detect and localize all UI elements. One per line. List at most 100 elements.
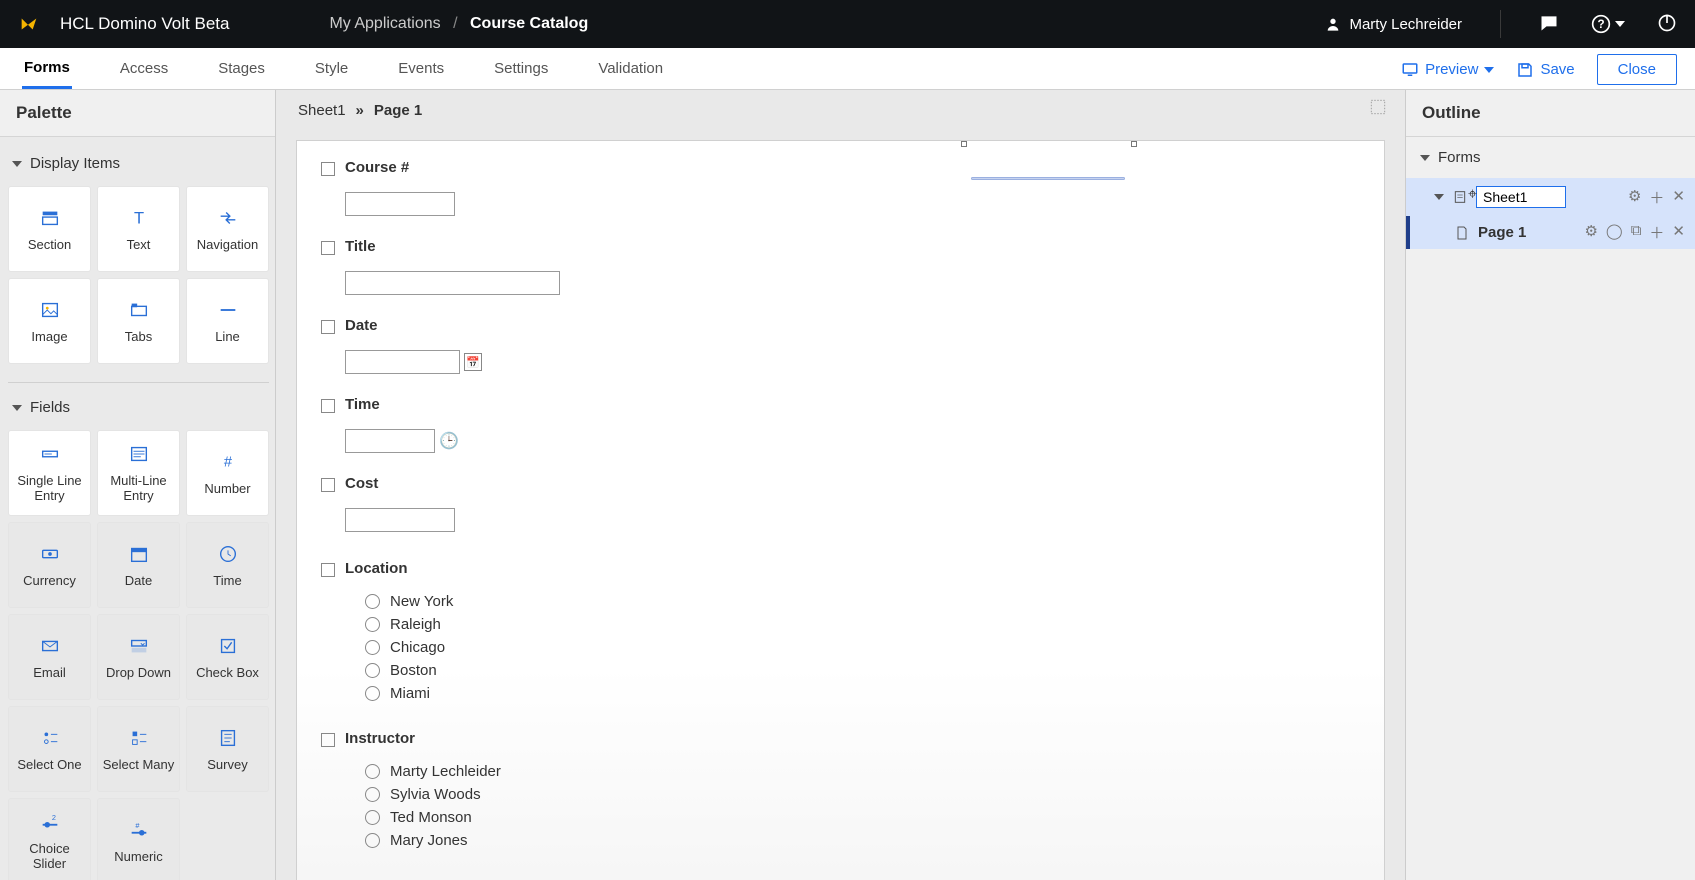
palette-item-navigation[interactable]: Navigation	[186, 186, 269, 272]
palette-item-section[interactable]: Section	[8, 186, 91, 272]
radio-option[interactable]: Miami	[365, 685, 1360, 702]
form-icon	[1452, 189, 1468, 205]
palette-item-single-line[interactable]: Single Line Entry	[8, 430, 91, 516]
grid-toggle-icon[interactable]	[1369, 98, 1387, 120]
breadcrumb: My Applications / Course Catalog	[329, 15, 588, 33]
tab-forms[interactable]: Forms	[22, 49, 72, 89]
palette-item-choice-slider[interactable]: 2Choice Slider	[8, 798, 91, 880]
svg-text:#: #	[223, 454, 232, 470]
palette-item-dropdown[interactable]: Drop Down	[97, 614, 180, 700]
palette-item-time[interactable]: Time	[186, 522, 269, 608]
required-checkbox[interactable]	[321, 241, 335, 255]
cost-input[interactable]	[345, 508, 455, 532]
close-icon[interactable]: ✕	[1672, 222, 1685, 243]
palette-item-select-many[interactable]: Select Many	[97, 706, 180, 792]
close-button[interactable]: Close	[1597, 54, 1677, 85]
palette-item-image[interactable]: Image	[8, 278, 91, 364]
palette-item-tabs[interactable]: Tabs	[97, 278, 180, 364]
copy-icon[interactable]: ⧉	[1631, 222, 1642, 243]
calendar-icon[interactable]: 📅	[464, 353, 482, 371]
radio-option[interactable]: Ted Monson	[365, 809, 1360, 826]
field-label: Time	[345, 396, 380, 413]
palette-item-text[interactable]: TText	[97, 186, 180, 272]
required-checkbox[interactable]	[321, 563, 335, 577]
time-input[interactable]	[345, 429, 435, 453]
field-label: Date	[345, 317, 378, 334]
outline-forms-header[interactable]: Forms	[1406, 137, 1695, 178]
required-checkbox[interactable]	[321, 478, 335, 492]
display-section-header[interactable]: Display Items	[8, 145, 269, 182]
nav-tabs: Forms Access Stages Style Events Setting…	[0, 48, 1695, 90]
palette-item-currency[interactable]: Currency	[8, 522, 91, 608]
breadcrumb-current: Course Catalog	[470, 15, 588, 32]
tab-style[interactable]: Style	[313, 50, 350, 87]
radio-option[interactable]: New York	[365, 593, 1360, 610]
palette-item-numeric[interactable]: #Numeric	[97, 798, 180, 880]
field-label: Instructor	[345, 730, 415, 747]
radio-option[interactable]: Boston	[365, 662, 1360, 679]
chevron-down-icon	[12, 405, 22, 411]
tab-events[interactable]: Events	[396, 50, 446, 87]
circle-icon[interactable]: ◯	[1606, 222, 1623, 243]
title-input[interactable]	[345, 271, 560, 295]
selection-handle[interactable]	[1131, 141, 1137, 147]
radio-option[interactable]: Mary Jones	[365, 832, 1360, 849]
required-checkbox[interactable]	[321, 733, 335, 747]
course-number-input[interactable]	[345, 192, 455, 216]
user-icon	[1325, 16, 1341, 32]
fields-section-header[interactable]: Fields	[8, 389, 269, 426]
gear-icon[interactable]: ⚙	[1584, 222, 1597, 243]
palette-item-select-one[interactable]: Select One	[8, 706, 91, 792]
selection-handle[interactable]	[961, 141, 967, 147]
palette-item-email[interactable]: Email	[8, 614, 91, 700]
svg-text:T: T	[133, 209, 143, 227]
palette-item-number[interactable]: #Number	[186, 430, 269, 516]
field-label: Cost	[345, 475, 378, 492]
help-icon[interactable]: ?	[1591, 14, 1625, 34]
radio-option[interactable]: Chicago	[365, 639, 1360, 656]
radio-option[interactable]: Marty Lechleider	[365, 763, 1360, 780]
breadcrumb-root[interactable]: My Applications	[329, 15, 440, 32]
chevron-down-icon	[1420, 155, 1430, 161]
palette-item-multi-line[interactable]: Multi-Line Entry	[97, 430, 180, 516]
svg-text:?: ?	[1597, 18, 1604, 31]
tab-access[interactable]: Access	[118, 50, 170, 87]
required-checkbox[interactable]	[321, 162, 335, 176]
selected-element[interactable]	[971, 177, 1125, 180]
add-icon[interactable]: ＋	[1649, 187, 1664, 208]
tab-validation[interactable]: Validation	[596, 50, 665, 87]
canvas-breadcrumb: Sheet1 » Page 1	[276, 90, 1405, 130]
monitor-icon	[1401, 61, 1419, 79]
radio-option[interactable]: Sylvia Woods	[365, 786, 1360, 803]
required-checkbox[interactable]	[321, 399, 335, 413]
palette-item-survey[interactable]: Survey	[186, 706, 269, 792]
save-button[interactable]: Save	[1516, 61, 1574, 79]
save-icon	[1516, 61, 1534, 79]
tab-settings[interactable]: Settings	[492, 50, 550, 87]
date-input[interactable]	[345, 350, 460, 374]
gear-icon[interactable]: ⚙	[1628, 187, 1641, 208]
preview-button[interactable]: Preview	[1401, 61, 1494, 79]
chat-icon[interactable]	[1539, 13, 1559, 36]
topbar: HCL Domino Volt Beta My Applications / C…	[0, 0, 1695, 48]
form-surface[interactable]: Course # Title Date 📅 Time 🕒 Cost Locati…	[296, 140, 1385, 880]
sheet-name-input[interactable]	[1476, 186, 1566, 208]
close-icon[interactable]: ✕	[1672, 187, 1685, 208]
clock-icon[interactable]: 🕒	[439, 431, 459, 451]
user-display[interactable]: Marty Lechreider	[1325, 16, 1462, 33]
canvas-panel: Sheet1 » Page 1 Course # Title Date 📅 Ti…	[276, 90, 1405, 880]
tab-stages[interactable]: Stages	[216, 50, 267, 87]
palette-item-checkbox[interactable]: Check Box	[186, 614, 269, 700]
add-icon[interactable]: ＋	[1649, 222, 1664, 243]
outline-panel: Outline Forms ⌖ ⚙ ＋ ✕ Page 1	[1405, 90, 1695, 880]
palette-item-line[interactable]: Line	[186, 278, 269, 364]
outline-page-row[interactable]: Page 1 ⚙ ◯ ⧉ ＋ ✕	[1406, 216, 1695, 249]
palette-item-date[interactable]: Date	[97, 522, 180, 608]
required-checkbox[interactable]	[321, 320, 335, 334]
radio-option[interactable]: Raleigh	[365, 616, 1360, 633]
svg-text:2: 2	[51, 813, 55, 822]
outline-form-row[interactable]: ⌖ ⚙ ＋ ✕	[1406, 178, 1695, 216]
power-icon[interactable]	[1657, 13, 1677, 36]
product-title: HCL Domino Volt Beta	[60, 14, 229, 34]
palette-title: Palette	[0, 90, 275, 137]
